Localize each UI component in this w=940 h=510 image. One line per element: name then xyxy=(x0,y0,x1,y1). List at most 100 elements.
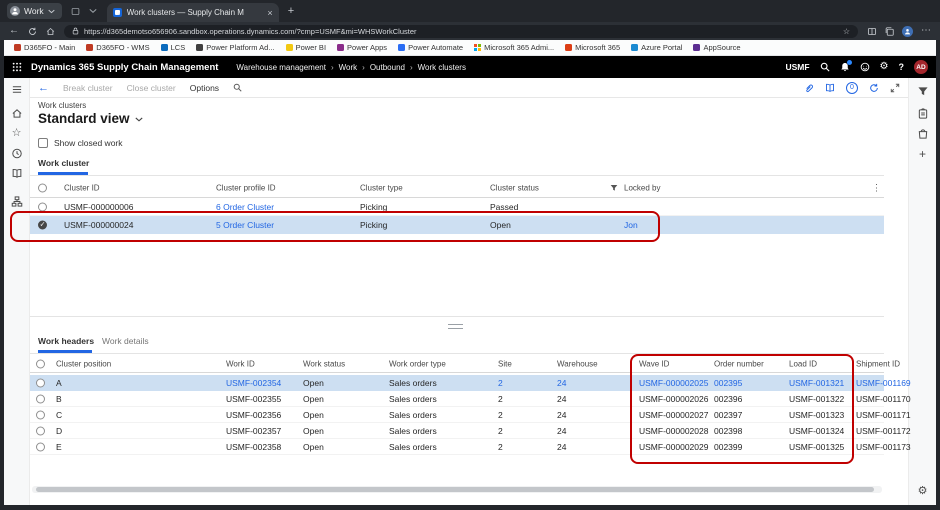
tab-work-cluster[interactable]: Work cluster xyxy=(38,158,89,168)
scrollbar-thumb[interactable] xyxy=(36,487,874,492)
settings-gear-icon[interactable]: ⚙ xyxy=(918,486,928,497)
breadcrumb-item[interactable]: Warehouse management xyxy=(236,63,326,72)
column-header[interactable]: Shipment ID xyxy=(856,360,900,369)
refresh-icon[interactable] xyxy=(28,27,37,36)
column-header[interactable]: Work order type xyxy=(389,360,446,369)
column-header[interactable]: Cluster ID xyxy=(64,183,100,192)
column-header[interactable]: Locked by xyxy=(624,183,660,192)
cell-site[interactable]: 2 xyxy=(498,378,503,388)
column-header[interactable]: Site xyxy=(498,360,512,369)
home-icon[interactable] xyxy=(46,27,55,36)
cell-cluster-profile-id[interactable]: 5 Order Cluster xyxy=(216,220,274,230)
bookmark-item[interactable]: Azure Portal xyxy=(631,43,682,52)
select-all-checkbox[interactable] xyxy=(36,359,45,369)
recent-clock-icon[interactable] xyxy=(11,148,22,159)
cell-locked-by[interactable]: Jon xyxy=(624,220,638,230)
message-count-badge[interactable]: 0 xyxy=(846,81,858,94)
row-checkbox[interactable] xyxy=(38,202,47,211)
row-checkbox[interactable] xyxy=(36,426,45,435)
bookmark-item[interactable]: Power BI xyxy=(285,43,326,52)
task-clipboard-icon[interactable] xyxy=(917,108,928,119)
split-screen-icon[interactable] xyxy=(867,27,877,36)
cell-order-number[interactable]: 002395 xyxy=(714,378,742,388)
break-cluster-button[interactable]: Break cluster xyxy=(63,83,113,93)
splitter-handle[interactable] xyxy=(448,324,463,329)
feedback-smiley-icon[interactable] xyxy=(860,62,870,72)
cell-work-id[interactable]: USMF-002356 xyxy=(226,410,281,420)
collections-icon[interactable] xyxy=(885,26,894,36)
shopping-bag-icon[interactable] xyxy=(917,128,928,139)
bookmark-item[interactable]: D365FO - Main xyxy=(14,43,75,52)
column-header[interactable]: Cluster type xyxy=(360,183,403,192)
settings-gear-icon[interactable]: ⚙ xyxy=(880,62,889,72)
bookmark-item[interactable]: Power Apps xyxy=(337,43,387,52)
cell-wave-id[interactable]: USMF-000002025 xyxy=(639,378,708,388)
cell-work-id[interactable]: USMF-002358 xyxy=(226,442,281,452)
table-row[interactable]: USMF-000000006 6 Order Cluster Picking P… xyxy=(30,198,884,216)
table-row[interactable]: B USMF-002355 Open Sales orders 2 24 USM… xyxy=(30,391,911,407)
column-header[interactable]: Order number xyxy=(714,360,764,369)
home-icon[interactable] xyxy=(11,108,22,119)
grid-more-icon[interactable]: ⋮ xyxy=(872,182,881,193)
add-panel-icon[interactable]: + xyxy=(919,148,926,160)
back-arrow-icon[interactable]: ← xyxy=(38,82,49,94)
favorites-star-icon[interactable]: ☆ xyxy=(843,27,850,36)
column-header[interactable]: Cluster status xyxy=(490,183,539,192)
action-search-icon[interactable] xyxy=(233,83,242,92)
browser-profile-avatar[interactable] xyxy=(902,25,913,37)
tab-work-headers[interactable]: Work headers xyxy=(38,336,94,346)
view-selector[interactable]: Standard view xyxy=(38,111,143,126)
modules-sitemap-icon[interactable] xyxy=(11,196,22,207)
cell-load-id[interactable]: USMF-001321 xyxy=(789,378,844,388)
options-menu-button[interactable]: Options xyxy=(190,83,219,93)
close-cluster-button[interactable]: Close cluster xyxy=(127,83,176,93)
table-row[interactable]: D USMF-002357 Open Sales orders 2 24 USM… xyxy=(30,423,911,439)
browser-tab[interactable]: Work clusters — Supply Chain M × xyxy=(106,3,279,22)
notifications-bell-icon[interactable] xyxy=(840,60,852,72)
row-checkbox[interactable] xyxy=(36,378,45,387)
favorites-star-icon[interactable]: ☆ xyxy=(12,128,22,139)
url-field[interactable]: https://d365demotso656906.sandbox.operat… xyxy=(64,24,858,38)
column-header[interactable]: Cluster position xyxy=(56,360,111,369)
filter-funnel-icon[interactable] xyxy=(610,184,618,192)
column-header[interactable]: Work ID xyxy=(226,360,255,369)
cell-warehouse[interactable]: 24 xyxy=(557,378,566,388)
bookmark-item[interactable]: D365FO - WMS xyxy=(86,43,150,52)
bookmark-item[interactable]: LCS xyxy=(160,43,185,52)
table-row[interactable]: C USMF-002356 Open Sales orders 2 24 USM… xyxy=(30,407,911,423)
bookmark-item[interactable]: AppSource xyxy=(693,43,741,52)
attachments-paperclip-icon[interactable] xyxy=(804,83,814,93)
refresh-icon[interactable] xyxy=(869,83,879,93)
column-header[interactable]: Wave ID xyxy=(639,360,669,369)
app-title[interactable]: Dynamics 365 Supply Chain Management xyxy=(31,62,218,73)
hamburger-menu-icon[interactable] xyxy=(11,84,22,95)
open-in-new-window-icon[interactable] xyxy=(890,83,900,93)
cell-work-id[interactable]: USMF-002354 xyxy=(226,378,281,388)
back-icon[interactable]: ← xyxy=(9,26,19,36)
bookmark-item[interactable]: Power Platform Ad... xyxy=(196,43,275,52)
cell-cluster-profile-id[interactable]: 6 Order Cluster xyxy=(216,202,274,212)
tab-work-details[interactable]: Work details xyxy=(102,336,149,346)
filter-funnel-icon[interactable] xyxy=(917,86,928,97)
row-checkbox[interactable] xyxy=(36,410,45,419)
breadcrumb-item[interactable]: Outbound xyxy=(370,63,405,72)
breadcrumb-item[interactable]: Work xyxy=(339,63,358,72)
cell-shipment-id[interactable]: USMF-001169 xyxy=(856,378,911,388)
browser-menu-icon[interactable]: ⋯ xyxy=(921,26,931,36)
column-header[interactable]: Work status xyxy=(303,360,345,369)
app-launcher-icon[interactable] xyxy=(12,62,22,72)
tab-search-icon[interactable] xyxy=(89,8,97,14)
bookmark-item[interactable]: Microsoft 365 xyxy=(565,43,620,52)
user-avatar[interactable]: AD xyxy=(914,60,928,74)
breadcrumb-item[interactable]: Work clusters xyxy=(418,63,466,72)
close-icon[interactable]: × xyxy=(267,8,272,18)
company-selector[interactable]: USMF xyxy=(785,62,809,72)
bookmark-item[interactable]: Power Automate xyxy=(398,43,463,52)
workspace-pill[interactable]: Work xyxy=(7,3,62,19)
column-header[interactable]: Cluster profile ID xyxy=(216,183,276,192)
table-row-selected[interactable]: ✓ USMF-000000024 5 Order Cluster Picking… xyxy=(30,216,884,234)
show-closed-work-checkbox[interactable] xyxy=(38,138,48,148)
horizontal-scrollbar[interactable] xyxy=(32,486,882,493)
help-icon[interactable]: ? xyxy=(899,62,905,72)
row-checkbox[interactable] xyxy=(36,442,45,451)
